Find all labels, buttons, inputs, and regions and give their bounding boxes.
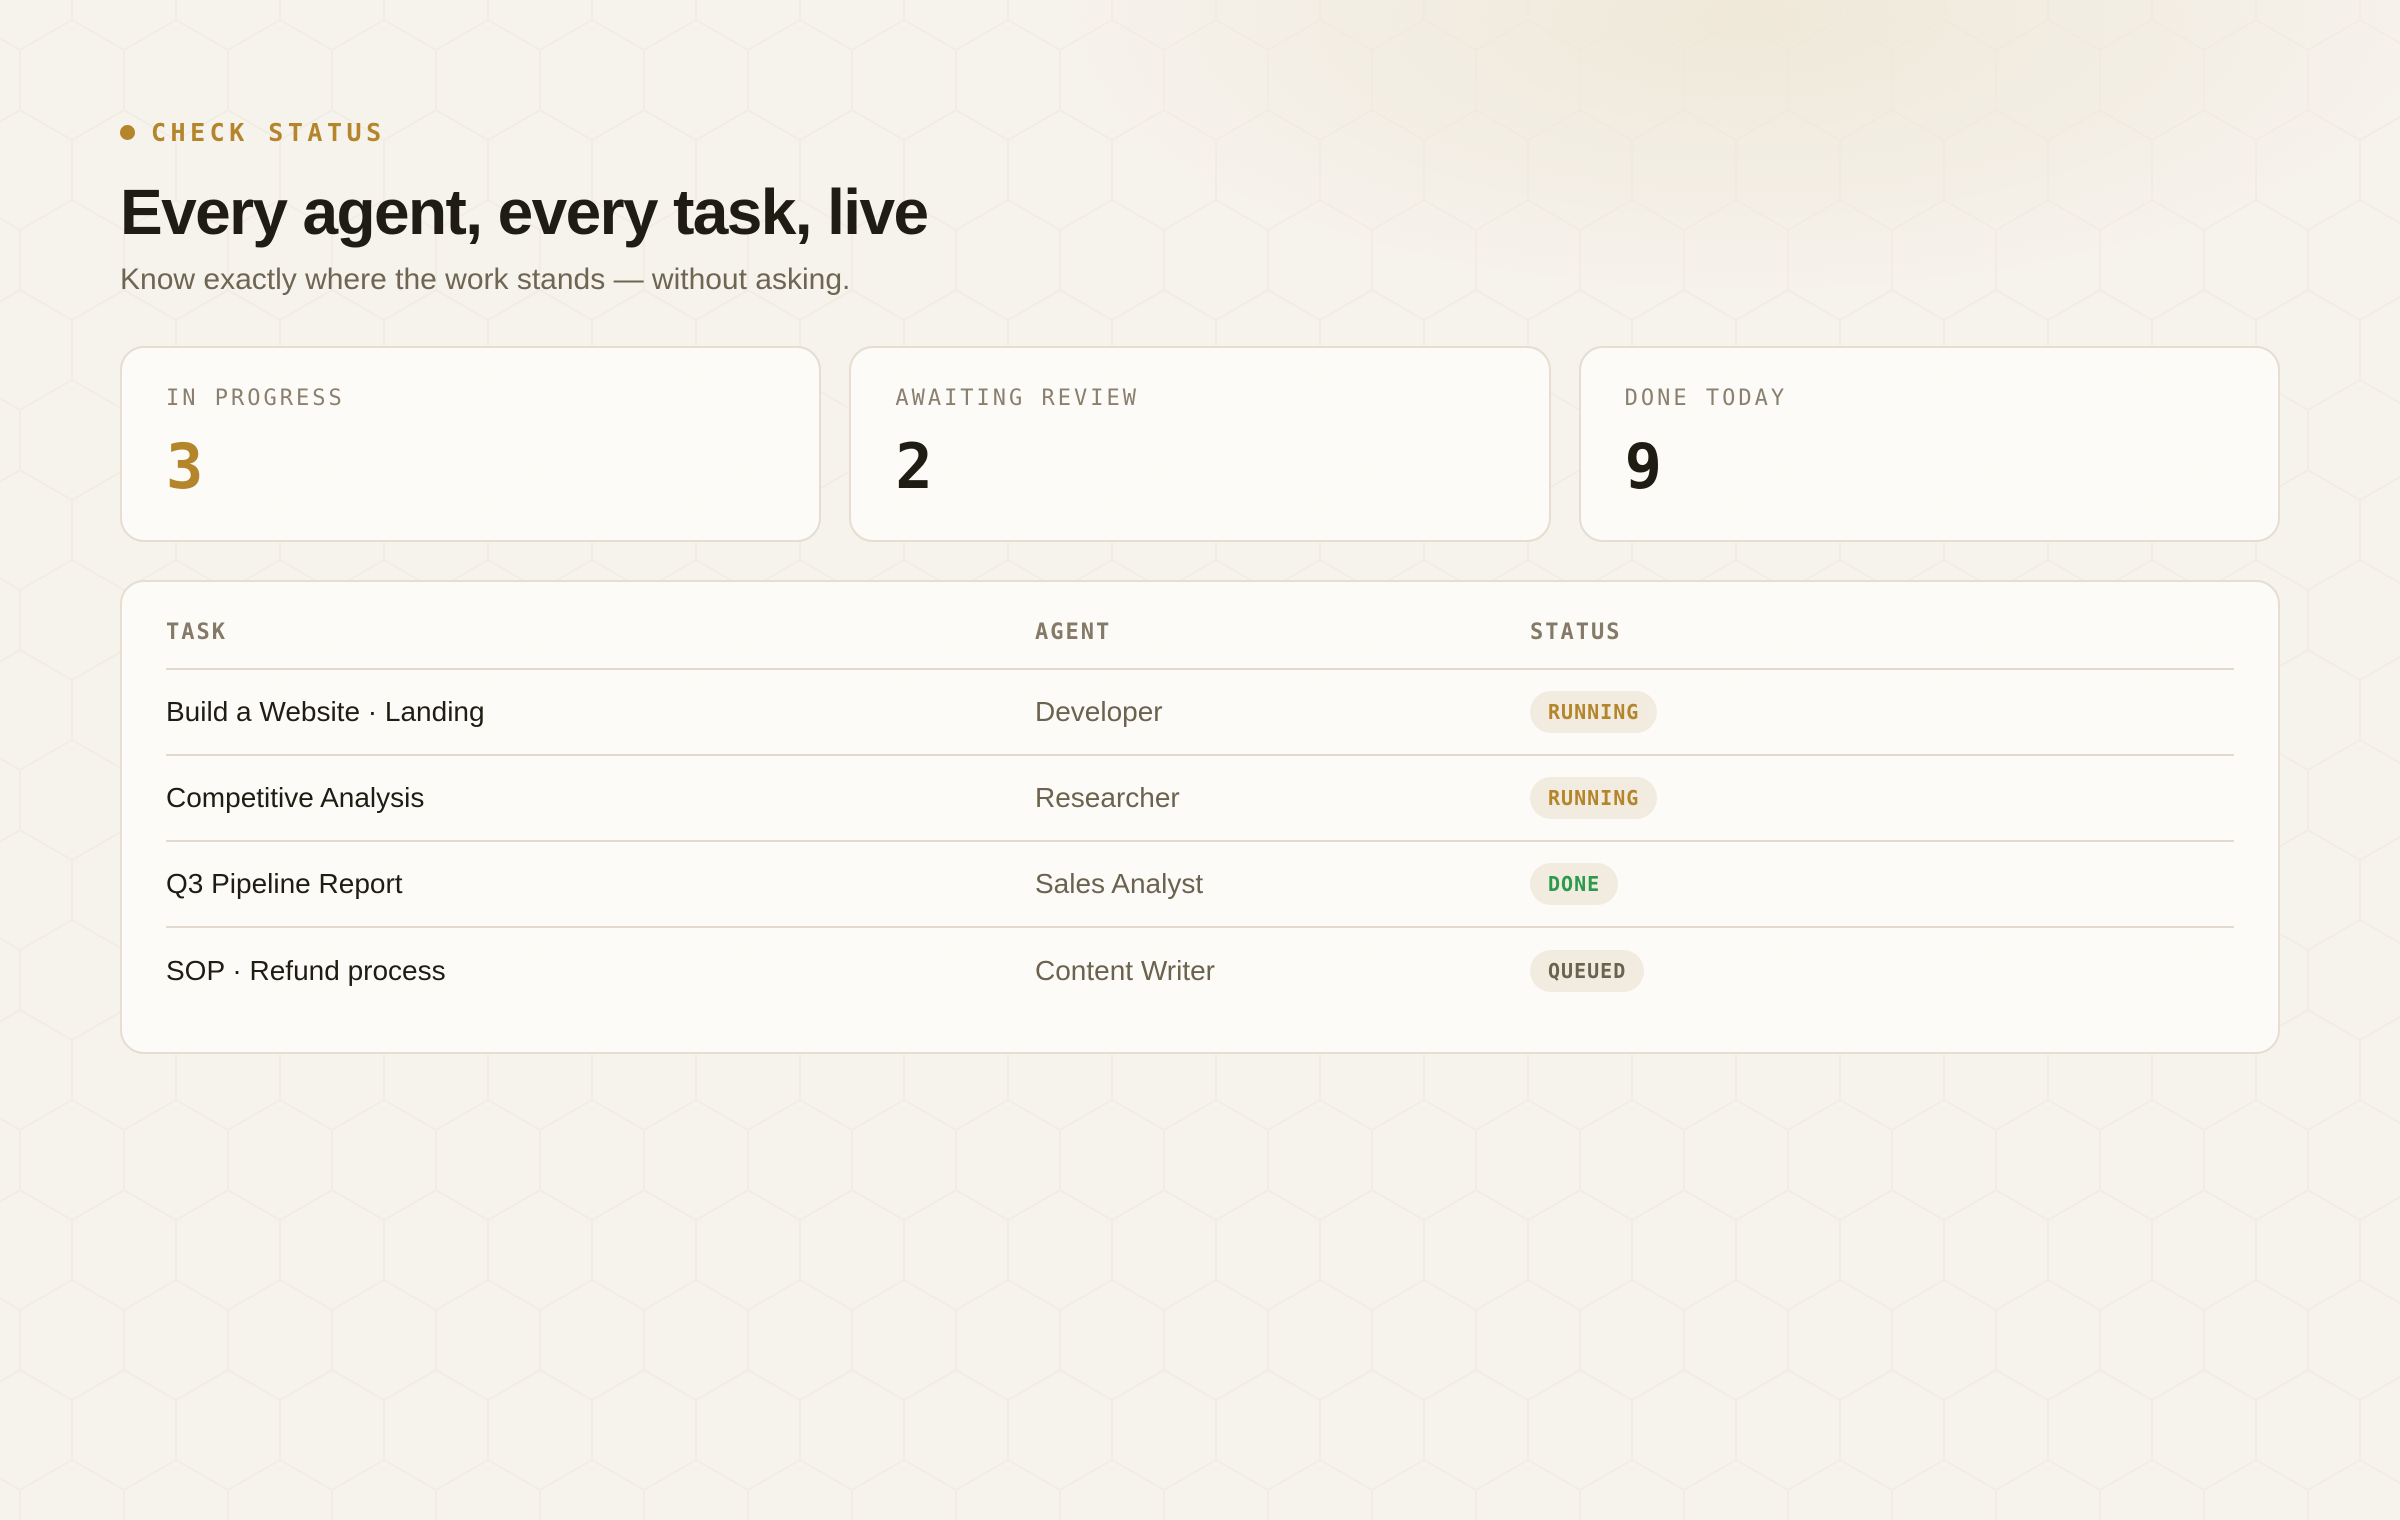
table-row[interactable]: Build a Website · Landing Developer RUNN… — [166, 670, 2234, 756]
status-badge: RUNNING — [1530, 691, 1658, 733]
stat-card-done-today: DONE TODAY 9 — [1578, 346, 2280, 542]
section-eyebrow: CHECK STATUS — [120, 117, 386, 147]
agent-name: Sales Analyst — [1035, 868, 1204, 899]
stat-value: 9 — [1624, 430, 1662, 503]
stat-label: AWAITING REVIEW — [895, 386, 1140, 411]
stat-label: IN PROGRESS — [166, 386, 345, 411]
task-name: Build a Website · Landing — [166, 696, 485, 727]
task-table: TASK AGENT STATUS Build a Website · Land… — [120, 580, 2280, 1054]
agent-name: Content Writer — [1035, 955, 1215, 986]
stat-value: 2 — [895, 430, 933, 503]
stat-value: 3 — [166, 430, 204, 503]
task-name: Competitive Analysis — [166, 782, 425, 813]
table-row[interactable]: SOP · Refund process Content Writer QUEU… — [166, 928, 2234, 1014]
agent-name: Developer — [1035, 696, 1163, 727]
task-name: SOP · Refund process — [166, 955, 446, 986]
table-row[interactable]: Q3 Pipeline Report Sales Analyst DONE — [166, 842, 2234, 928]
stats-row: IN PROGRESS 3 AWAITING REVIEW 2 DONE TOD… — [120, 346, 2280, 542]
table-row[interactable]: Competitive Analysis Researcher RUNNING — [166, 756, 2234, 842]
status-badge: RUNNING — [1530, 777, 1658, 819]
eyebrow-label: CHECK STATUS — [151, 117, 386, 147]
column-header-task: TASK — [166, 620, 227, 645]
status-dot-icon — [120, 124, 135, 140]
agent-name: Researcher — [1035, 782, 1180, 813]
status-badge: DONE — [1530, 863, 1619, 905]
background-glow — [1050, 0, 2400, 300]
table-header: TASK AGENT STATUS — [166, 582, 2234, 670]
page-title: Every agent, every task, live — [120, 176, 929, 248]
page-subtitle: Know exactly where the work stands — wit… — [120, 263, 851, 296]
column-header-agent: AGENT — [1035, 620, 1112, 645]
task-name: Q3 Pipeline Report — [166, 868, 403, 899]
column-header-status: STATUS — [1530, 620, 1622, 645]
status-badge: QUEUED — [1530, 950, 1645, 992]
stat-card-awaiting-review: AWAITING REVIEW 2 — [849, 346, 1551, 542]
stat-label: DONE TODAY — [1624, 386, 1788, 411]
stat-card-in-progress: IN PROGRESS 3 — [120, 346, 822, 542]
